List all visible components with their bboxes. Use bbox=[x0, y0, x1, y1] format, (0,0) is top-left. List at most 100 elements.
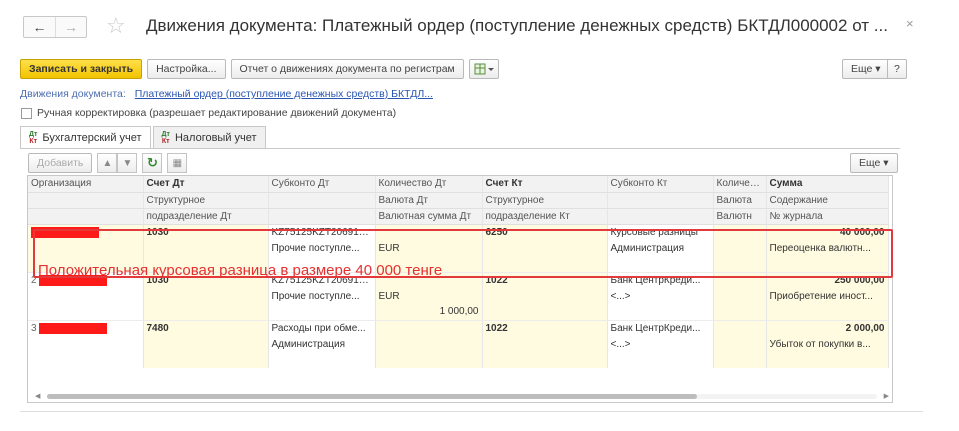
table-row[interactable]: Прочие поступле... EUR <...> Приобретени… bbox=[28, 288, 889, 304]
division-kt-cell[interactable] bbox=[482, 304, 608, 321]
currency-amount-kt-cell[interactable] bbox=[713, 304, 767, 321]
col-division-kt-1: Структурное bbox=[482, 192, 608, 209]
currency-amount-dt-cell[interactable]: 1 000,00 bbox=[375, 304, 483, 321]
tab-accounting-label: Бухгалтерский учет bbox=[42, 132, 142, 144]
row-number: 3 bbox=[31, 322, 37, 334]
main-toolbar: Записать и закрыть Настройка... Отчет о … bbox=[20, 59, 499, 81]
col-journal: № журнала bbox=[766, 208, 889, 225]
division-dt-cell[interactable] bbox=[143, 352, 269, 368]
table-row[interactable] bbox=[28, 352, 889, 368]
col-account-dt[interactable]: Счет Дт bbox=[143, 176, 269, 193]
subconto-dt-cell[interactable]: Администрация bbox=[268, 336, 376, 352]
col-account-kt[interactable]: Счет Кт bbox=[482, 176, 608, 193]
star-icon[interactable]: ☆ bbox=[106, 13, 126, 39]
division-kt-cell[interactable] bbox=[482, 352, 608, 368]
scroll-right-icon[interactable]: ▶ bbox=[884, 392, 889, 400]
division-dt-cell[interactable] bbox=[143, 304, 269, 321]
journal-cell[interactable] bbox=[766, 352, 889, 368]
quantity-dt-cell[interactable] bbox=[375, 320, 483, 336]
col-subconto-kt[interactable]: Субконто Кт bbox=[607, 176, 714, 193]
currency-amount-kt-cell[interactable] bbox=[713, 352, 767, 368]
subconto-kt-cell[interactable] bbox=[607, 352, 714, 368]
subconto-kt-cell[interactable]: <...> bbox=[607, 336, 714, 352]
tab-tax[interactable]: Дт Кт Налоговый учет bbox=[152, 126, 266, 148]
add-button[interactable]: Добавить bbox=[28, 153, 93, 173]
table-toolbar: Добавить ▲ ▼ ↻ ▦ bbox=[28, 153, 188, 173]
save-close-button[interactable]: Записать и закрыть bbox=[20, 59, 143, 79]
move-up-icon[interactable]: ▲ bbox=[97, 153, 118, 173]
col-content: Содержание bbox=[766, 192, 889, 209]
grid-header: Организация Счет Дт Субконто Дт Количест… bbox=[28, 176, 889, 225]
sum-cell[interactable]: 2 000,00 bbox=[766, 320, 889, 336]
table-more-button[interactable]: Еще ▾ bbox=[850, 153, 898, 173]
currency-kt-cell[interactable] bbox=[713, 288, 767, 304]
currency-dt-cell[interactable]: EUR bbox=[375, 288, 483, 304]
tab-bar: Дт Кт Бухгалтерский учет Дт Кт Налоговый у… bbox=[20, 126, 268, 149]
col-sum[interactable]: Сумма bbox=[766, 176, 889, 193]
bottom-divider bbox=[20, 411, 923, 412]
manual-edit-row[interactable]: Ручная корректировка (разрешает редактир… bbox=[21, 107, 396, 119]
subconto-kt-cell[interactable]: Банк ЦентрКреди... bbox=[607, 320, 714, 336]
division-kt-cell[interactable] bbox=[482, 288, 608, 304]
more-label: Еще bbox=[851, 63, 873, 75]
select-all-icon[interactable]: ▦ bbox=[167, 153, 188, 173]
content-cell[interactable]: Приобретение иност... bbox=[766, 288, 889, 304]
forward-icon[interactable]: → bbox=[54, 17, 86, 37]
manual-edit-checkbox[interactable] bbox=[21, 107, 32, 119]
col-organization[interactable]: Организация bbox=[28, 176, 144, 193]
organization-cell[interactable] bbox=[28, 336, 144, 352]
col-division-dt-1: Структурное bbox=[143, 192, 269, 209]
subconto-dt-cell[interactable] bbox=[268, 304, 376, 321]
currency-kt-cell[interactable] bbox=[713, 336, 767, 352]
document-link[interactable]: Платежный ордер (поступление денежных ср… bbox=[135, 88, 433, 100]
dt-kt-icon: Дт Кт bbox=[29, 131, 38, 145]
currency-dt-cell[interactable] bbox=[375, 336, 483, 352]
table-row[interactable]: Администрация <...> Убыток от покупки в.… bbox=[28, 336, 889, 352]
division-kt-cell[interactable] bbox=[482, 336, 608, 352]
tab-tax-label: Налоговый учет bbox=[174, 131, 257, 144]
scroll-thumb[interactable] bbox=[47, 394, 697, 399]
table-row[interactable]: 1 000,00 bbox=[28, 304, 889, 321]
help-button[interactable]: ? bbox=[887, 59, 907, 79]
scroll-left-icon[interactable]: ◀ bbox=[35, 392, 40, 400]
report-button[interactable]: Отчет о движениях документа по регистрам bbox=[230, 59, 464, 79]
title-bar: ← → ☆ Движения документа: Платежный орде… bbox=[0, 0, 959, 52]
col-currency-amount-kt: Валютн bbox=[713, 208, 767, 225]
tab-accounting[interactable]: Дт Кт Бухгалтерский учет bbox=[20, 126, 151, 149]
table-row[interactable]: 3 7480 Расходы при обме... 1022 Банк Цен… bbox=[28, 320, 889, 336]
organization-cell[interactable]: 3 bbox=[28, 320, 144, 336]
organization-cell[interactable] bbox=[28, 352, 144, 368]
back-icon[interactable]: ← bbox=[24, 17, 55, 37]
quantity-kt-cell[interactable] bbox=[713, 320, 767, 336]
col-subconto-dt[interactable]: Субконто Дт bbox=[268, 176, 376, 193]
subconto-dt-cell[interactable]: Расходы при обме... bbox=[268, 320, 376, 336]
subconto-dt-cell[interactable]: Прочие поступле... bbox=[268, 288, 376, 304]
horizontal-scrollbar[interactable]: ◀ ▶ bbox=[35, 392, 889, 401]
close-icon[interactable]: × bbox=[906, 16, 914, 31]
col-quantity-dt[interactable]: Количество Дт bbox=[375, 176, 483, 193]
window-title: Движения документа: Платежный ордер (пос… bbox=[146, 16, 888, 35]
dt-kt-tax-icon: Дт Кт bbox=[161, 130, 170, 145]
organization-cell[interactable] bbox=[28, 288, 144, 304]
subconto-dt-cell[interactable] bbox=[268, 352, 376, 368]
organization-cell[interactable] bbox=[28, 304, 144, 321]
move-down-icon[interactable]: ▼ bbox=[117, 153, 138, 173]
settings-button[interactable]: Настройка... bbox=[147, 59, 226, 79]
content-cell[interactable]: Убыток от покупки в... bbox=[766, 336, 889, 352]
header-cell bbox=[607, 208, 714, 225]
currency-amount-dt-cell[interactable] bbox=[375, 352, 483, 368]
account-dt-cell[interactable]: 7480 bbox=[143, 320, 269, 336]
col-quantity-kt[interactable]: Количес... bbox=[713, 176, 767, 193]
chevron-down-icon: ▾ bbox=[883, 157, 889, 169]
header-cell bbox=[607, 192, 714, 209]
account-kt-cell[interactable]: 1022 bbox=[482, 320, 608, 336]
division-dt-cell[interactable] bbox=[143, 288, 269, 304]
more-menu-button[interactable]: Еще ▾ bbox=[842, 59, 890, 79]
subconto-kt-cell[interactable]: <...> bbox=[607, 288, 714, 304]
subconto-kt-cell[interactable] bbox=[607, 304, 714, 321]
journal-cell[interactable] bbox=[766, 304, 889, 321]
division-dt-cell[interactable] bbox=[143, 336, 269, 352]
export-dropdown-button[interactable] bbox=[468, 59, 499, 79]
refresh-icon[interactable]: ↻ bbox=[142, 153, 163, 173]
document-link-line: Движения документа: Платежный ордер (пос… bbox=[20, 88, 433, 100]
